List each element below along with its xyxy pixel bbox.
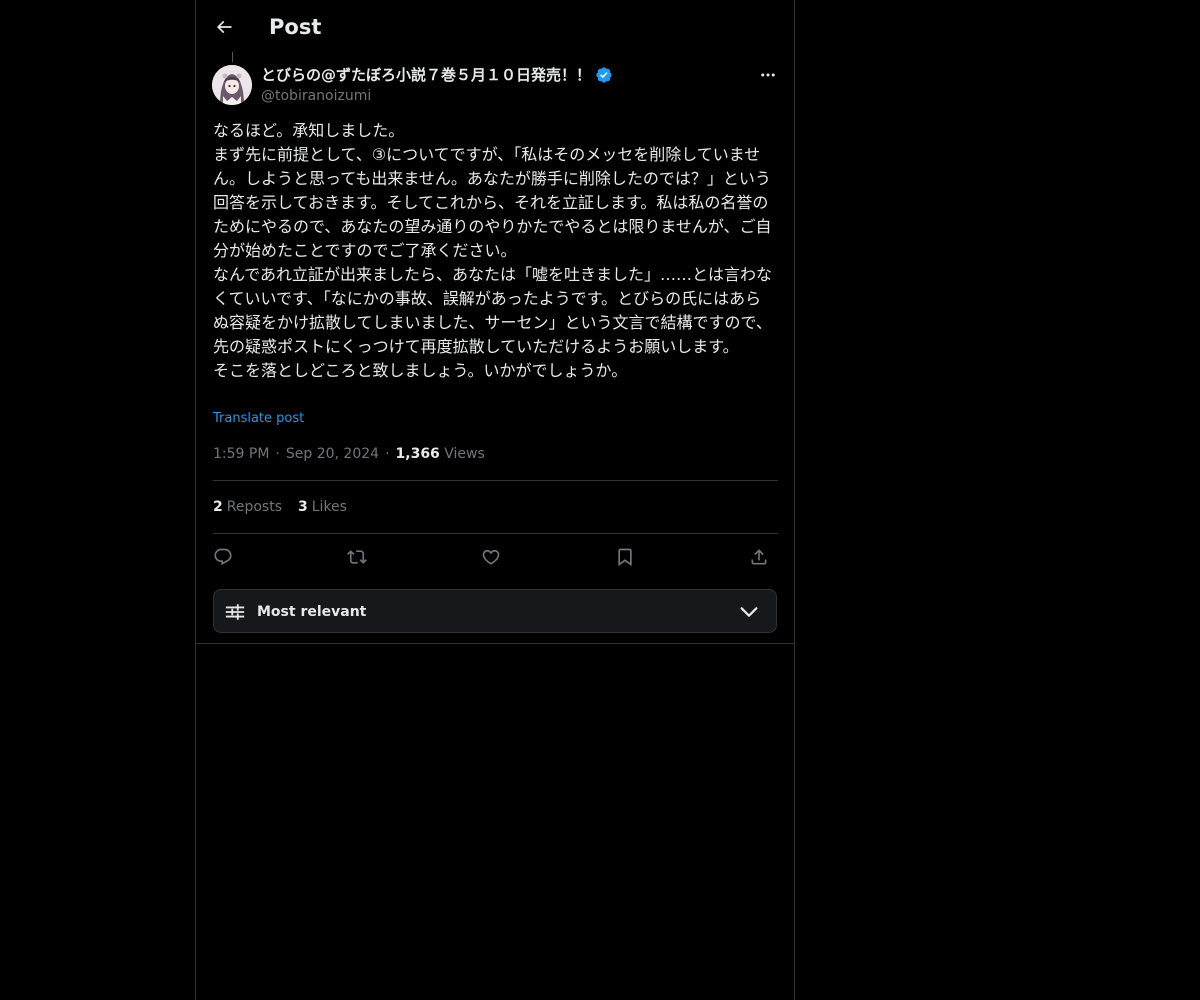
arrow-left-icon [216, 20, 232, 34]
reply-button[interactable] [211, 545, 235, 569]
avatar[interactable] [212, 65, 252, 105]
reposts-label: Reposts [226, 499, 282, 515]
likes-count: 3 [298, 499, 308, 515]
author-name-text: とびらの@ずたぼろ小説７巻５月１０日発売！！ [261, 66, 592, 84]
post-metadata: 1:59 PM · Sep 20, 2024 · 1,366 Views [213, 444, 485, 464]
more-options-button[interactable] [756, 64, 780, 86]
share-button[interactable] [747, 545, 771, 569]
post-date[interactable]: Sep 20, 2024 [286, 446, 379, 462]
replies-sort-dropdown[interactable]: Most relevant [213, 589, 777, 633]
section-divider [196, 643, 794, 644]
engagement-stats: 2 Reposts 3 Likes [213, 497, 363, 517]
reposts-count: 2 [213, 499, 223, 515]
chevron-down-icon [740, 607, 758, 617]
back-button[interactable] [210, 13, 238, 41]
like-button[interactable] [479, 545, 503, 569]
share-icon [751, 549, 767, 565]
repost-button[interactable] [345, 545, 369, 569]
more-horizontal-icon [761, 73, 775, 77]
meta-separator: · [385, 446, 390, 462]
post-text: なるほど。承知しました。 まず先に前提として、③についてですが、「私はそのメッセ… [213, 121, 773, 380]
sort-label: Most relevant [257, 604, 367, 620]
thread-connector-line [232, 52, 233, 62]
likes-stat[interactable]: 3 Likes [298, 497, 347, 517]
reply-icon [214, 548, 232, 566]
sliders-icon [225, 604, 245, 620]
likes-label: Likes [311, 499, 347, 515]
avatar-image [212, 65, 252, 105]
author-display-name[interactable]: とびらの@ずたぼろ小説７巻５月１０日発売！！ [261, 64, 613, 86]
reposts-stat[interactable]: 2 Reposts [213, 497, 282, 517]
divider [213, 480, 778, 481]
page-title: Post [269, 15, 322, 39]
meta-separator: · [275, 446, 280, 462]
views-label: Views [444, 446, 485, 462]
action-bar [213, 545, 778, 569]
translate-post-link[interactable]: Translate post [213, 409, 304, 429]
divider [213, 533, 778, 534]
verified-badge-icon[interactable] [595, 66, 613, 84]
views-count: 1,366 [395, 446, 440, 462]
bookmark-button[interactable] [613, 545, 637, 569]
repost-icon [347, 550, 367, 564]
bookmark-icon [618, 548, 632, 567]
post-time[interactable]: 1:59 PM [213, 446, 269, 462]
author-handle[interactable]: @tobiranoizumi [261, 86, 371, 106]
like-icon [482, 549, 500, 565]
page-header: Post [196, 0, 794, 54]
main-column: Post とびらの@ずたぼろ小説７巻５月１０日発売！！ @tobiranoizu… [195, 0, 795, 1000]
